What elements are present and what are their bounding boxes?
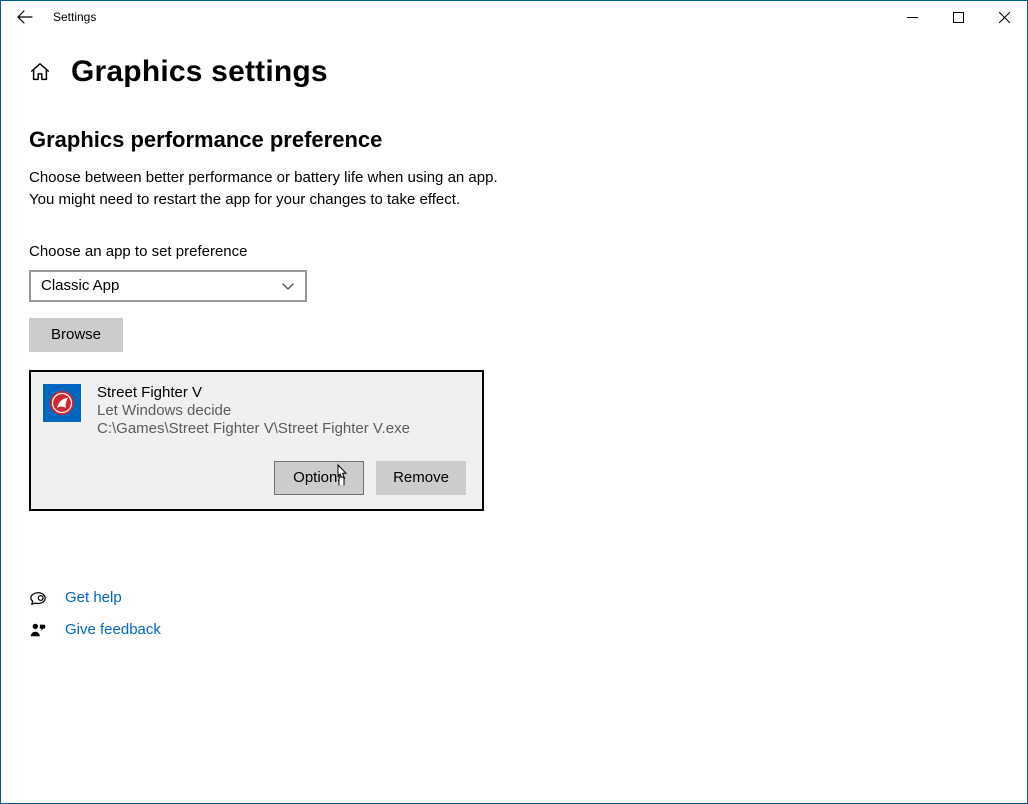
app-entry-card: Street Fighter V Let Windows decide C:\G…	[29, 370, 484, 511]
desc-line-1: Choose between better performance or bat…	[29, 169, 498, 186]
desc-line-2: You might need to restart the app for yo…	[29, 191, 460, 208]
window-title: Settings	[49, 10, 96, 24]
maximize-button[interactable]	[935, 1, 981, 33]
app-card-actions: Options Remove	[43, 461, 470, 495]
app-name: Street Fighter V	[97, 384, 410, 401]
page-content: Graphics settings Graphics performance p…	[1, 33, 1027, 639]
choose-app-label: Choose an app to set preference	[29, 243, 999, 260]
section-heading: Graphics performance preference	[29, 127, 999, 153]
app-icon	[43, 384, 81, 422]
page-title: Graphics settings	[71, 55, 328, 89]
get-help-row: Get help	[29, 589, 999, 607]
close-button[interactable]	[981, 1, 1027, 33]
options-button[interactable]: Options	[274, 461, 364, 495]
help-icon	[29, 589, 47, 607]
app-preference: Let Windows decide	[97, 402, 410, 419]
browse-button[interactable]: Browse	[29, 318, 123, 352]
section-description: Choose between better performance or bat…	[29, 167, 999, 211]
back-button[interactable]	[1, 1, 49, 33]
give-feedback-link[interactable]: Give feedback	[65, 621, 161, 638]
footer-links: Get help Give feedback	[29, 589, 999, 639]
chevron-down-icon	[281, 279, 295, 293]
give-feedback-row: Give feedback	[29, 621, 999, 639]
home-icon[interactable]	[29, 61, 51, 83]
maximize-icon	[953, 12, 964, 23]
close-icon	[999, 12, 1010, 23]
app-entry-row: Street Fighter V Let Windows decide C:\G…	[43, 384, 470, 437]
game-app-icon	[48, 389, 76, 417]
app-type-selected-value: Classic App	[41, 277, 119, 294]
arrow-left-icon	[17, 9, 33, 25]
feedback-icon	[29, 621, 47, 639]
page-header: Graphics settings	[29, 55, 999, 89]
remove-button[interactable]: Remove	[376, 461, 466, 495]
app-type-select[interactable]: Classic App	[29, 270, 307, 302]
app-path: C:\Games\Street Fighter V\Street Fighter…	[97, 420, 410, 437]
get-help-link[interactable]: Get help	[65, 589, 122, 606]
caption-buttons	[889, 1, 1027, 33]
minimize-icon	[907, 12, 918, 23]
minimize-button[interactable]	[889, 1, 935, 33]
app-meta: Street Fighter V Let Windows decide C:\G…	[97, 384, 410, 437]
titlebar: Settings	[1, 1, 1027, 33]
